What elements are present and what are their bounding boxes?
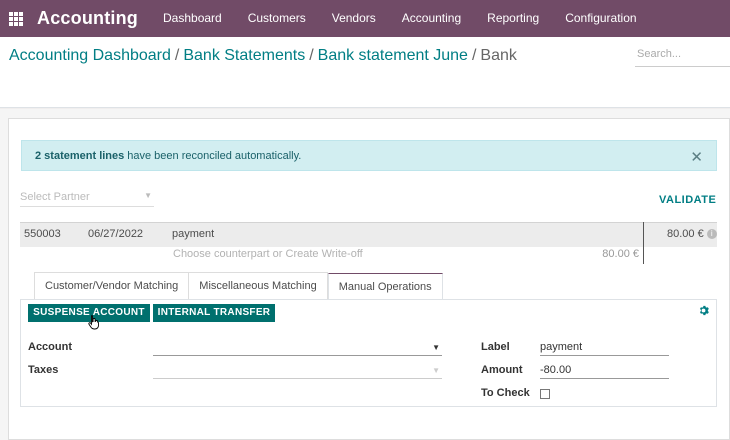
- tab-miscellaneous-matching[interactable]: Miscellaneous Matching: [189, 272, 328, 300]
- menu-item-reporting[interactable]: Reporting: [474, 0, 552, 37]
- app-brand[interactable]: Accounting: [37, 8, 138, 29]
- tab-customer-vendor-matching[interactable]: Customer/Vendor Matching: [34, 272, 190, 300]
- statement-amount: 80.00 €: [667, 228, 704, 240]
- close-icon[interactable]: ✕: [690, 148, 703, 166]
- top-navbar: Accounting Dashboard Customers Vendors A…: [0, 0, 730, 37]
- column-divider: [643, 222, 644, 264]
- counterpart-placeholder: Choose counterpart or Create Write-off: [173, 248, 363, 260]
- matching-tabs: Customer/Vendor Matching Miscellaneous M…: [34, 272, 443, 301]
- breadcrumb-item-bank-statements[interactable]: Bank Statements: [183, 47, 305, 65]
- taxes-label: Taxes: [28, 364, 59, 376]
- control-panel: Accounting Dashboard / Bank Statements /…: [0, 37, 730, 108]
- breadcrumb-item-dashboard[interactable]: Accounting Dashboard: [9, 47, 171, 65]
- to-check-checkbox[interactable]: [540, 389, 550, 399]
- menu-item-vendors[interactable]: Vendors: [319, 0, 389, 37]
- breadcrumb-separator: /: [309, 47, 314, 64]
- menu-item-dashboard[interactable]: Dashboard: [150, 0, 235, 37]
- breadcrumb-separator: /: [174, 47, 180, 64]
- statement-line-row[interactable]: 550003 06/27/2022 payment 80.00 € i: [20, 222, 717, 247]
- amount-field-label: Amount: [481, 364, 523, 376]
- tab-manual-operations[interactable]: Manual Operations: [327, 273, 443, 301]
- partner-select[interactable]: Select Partner ▼: [20, 187, 154, 207]
- hand-cursor-icon: [88, 314, 100, 330]
- search-input[interactable]: Search...: [635, 45, 730, 67]
- label-field-label: Label: [481, 341, 510, 353]
- gear-icon[interactable]: [698, 305, 710, 317]
- menu-item-accounting[interactable]: Accounting: [389, 0, 474, 37]
- alert-text: have been reconciled automatically.: [127, 149, 302, 162]
- chevron-down-icon: ▼: [432, 366, 440, 375]
- chevron-down-icon: ▼: [144, 191, 152, 200]
- label-input[interactable]: payment: [540, 339, 669, 356]
- to-check-label: To Check: [481, 387, 530, 399]
- account-select[interactable]: ▼: [153, 339, 442, 356]
- taxes-select[interactable]: ▼: [153, 362, 442, 379]
- statement-ref: 550003: [24, 228, 61, 240]
- amount-input[interactable]: -80.00: [540, 362, 669, 379]
- menu-item-customers[interactable]: Customers: [235, 0, 319, 37]
- account-label: Account: [28, 341, 72, 353]
- counterpart-row[interactable]: Choose counterpart or Create Write-off 8…: [20, 247, 643, 264]
- statement-date: 06/27/2022: [88, 228, 144, 240]
- alert-count: 2 statement lines: [35, 149, 125, 162]
- validate-button[interactable]: VALIDATE: [659, 194, 716, 206]
- breadcrumb-current: Bank: [480, 47, 517, 64]
- menu-item-configuration[interactable]: Configuration: [552, 0, 649, 37]
- breadcrumb-separator: /: [471, 47, 477, 64]
- breadcrumb: Accounting Dashboard / Bank Statements /…: [9, 47, 517, 65]
- counterpart-amount: 80.00 €: [602, 248, 639, 260]
- chevron-down-icon: ▼: [432, 343, 440, 352]
- info-icon[interactable]: i: [706, 229, 717, 240]
- apps-grid-icon[interactable]: [9, 11, 23, 26]
- breadcrumb-item-statement[interactable]: Bank statement June: [318, 47, 468, 65]
- main-menu: Dashboard Customers Vendors Accounting R…: [150, 0, 650, 37]
- statement-amount-cell: 80.00 € i: [667, 228, 717, 240]
- partner-placeholder: Select Partner: [20, 191, 90, 203]
- reconciled-alert: 2 statement lines have been reconciled a…: [21, 140, 717, 171]
- statement-label: payment: [172, 228, 215, 240]
- internal-transfer-button[interactable]: INTERNAL TRANSFER: [153, 304, 275, 322]
